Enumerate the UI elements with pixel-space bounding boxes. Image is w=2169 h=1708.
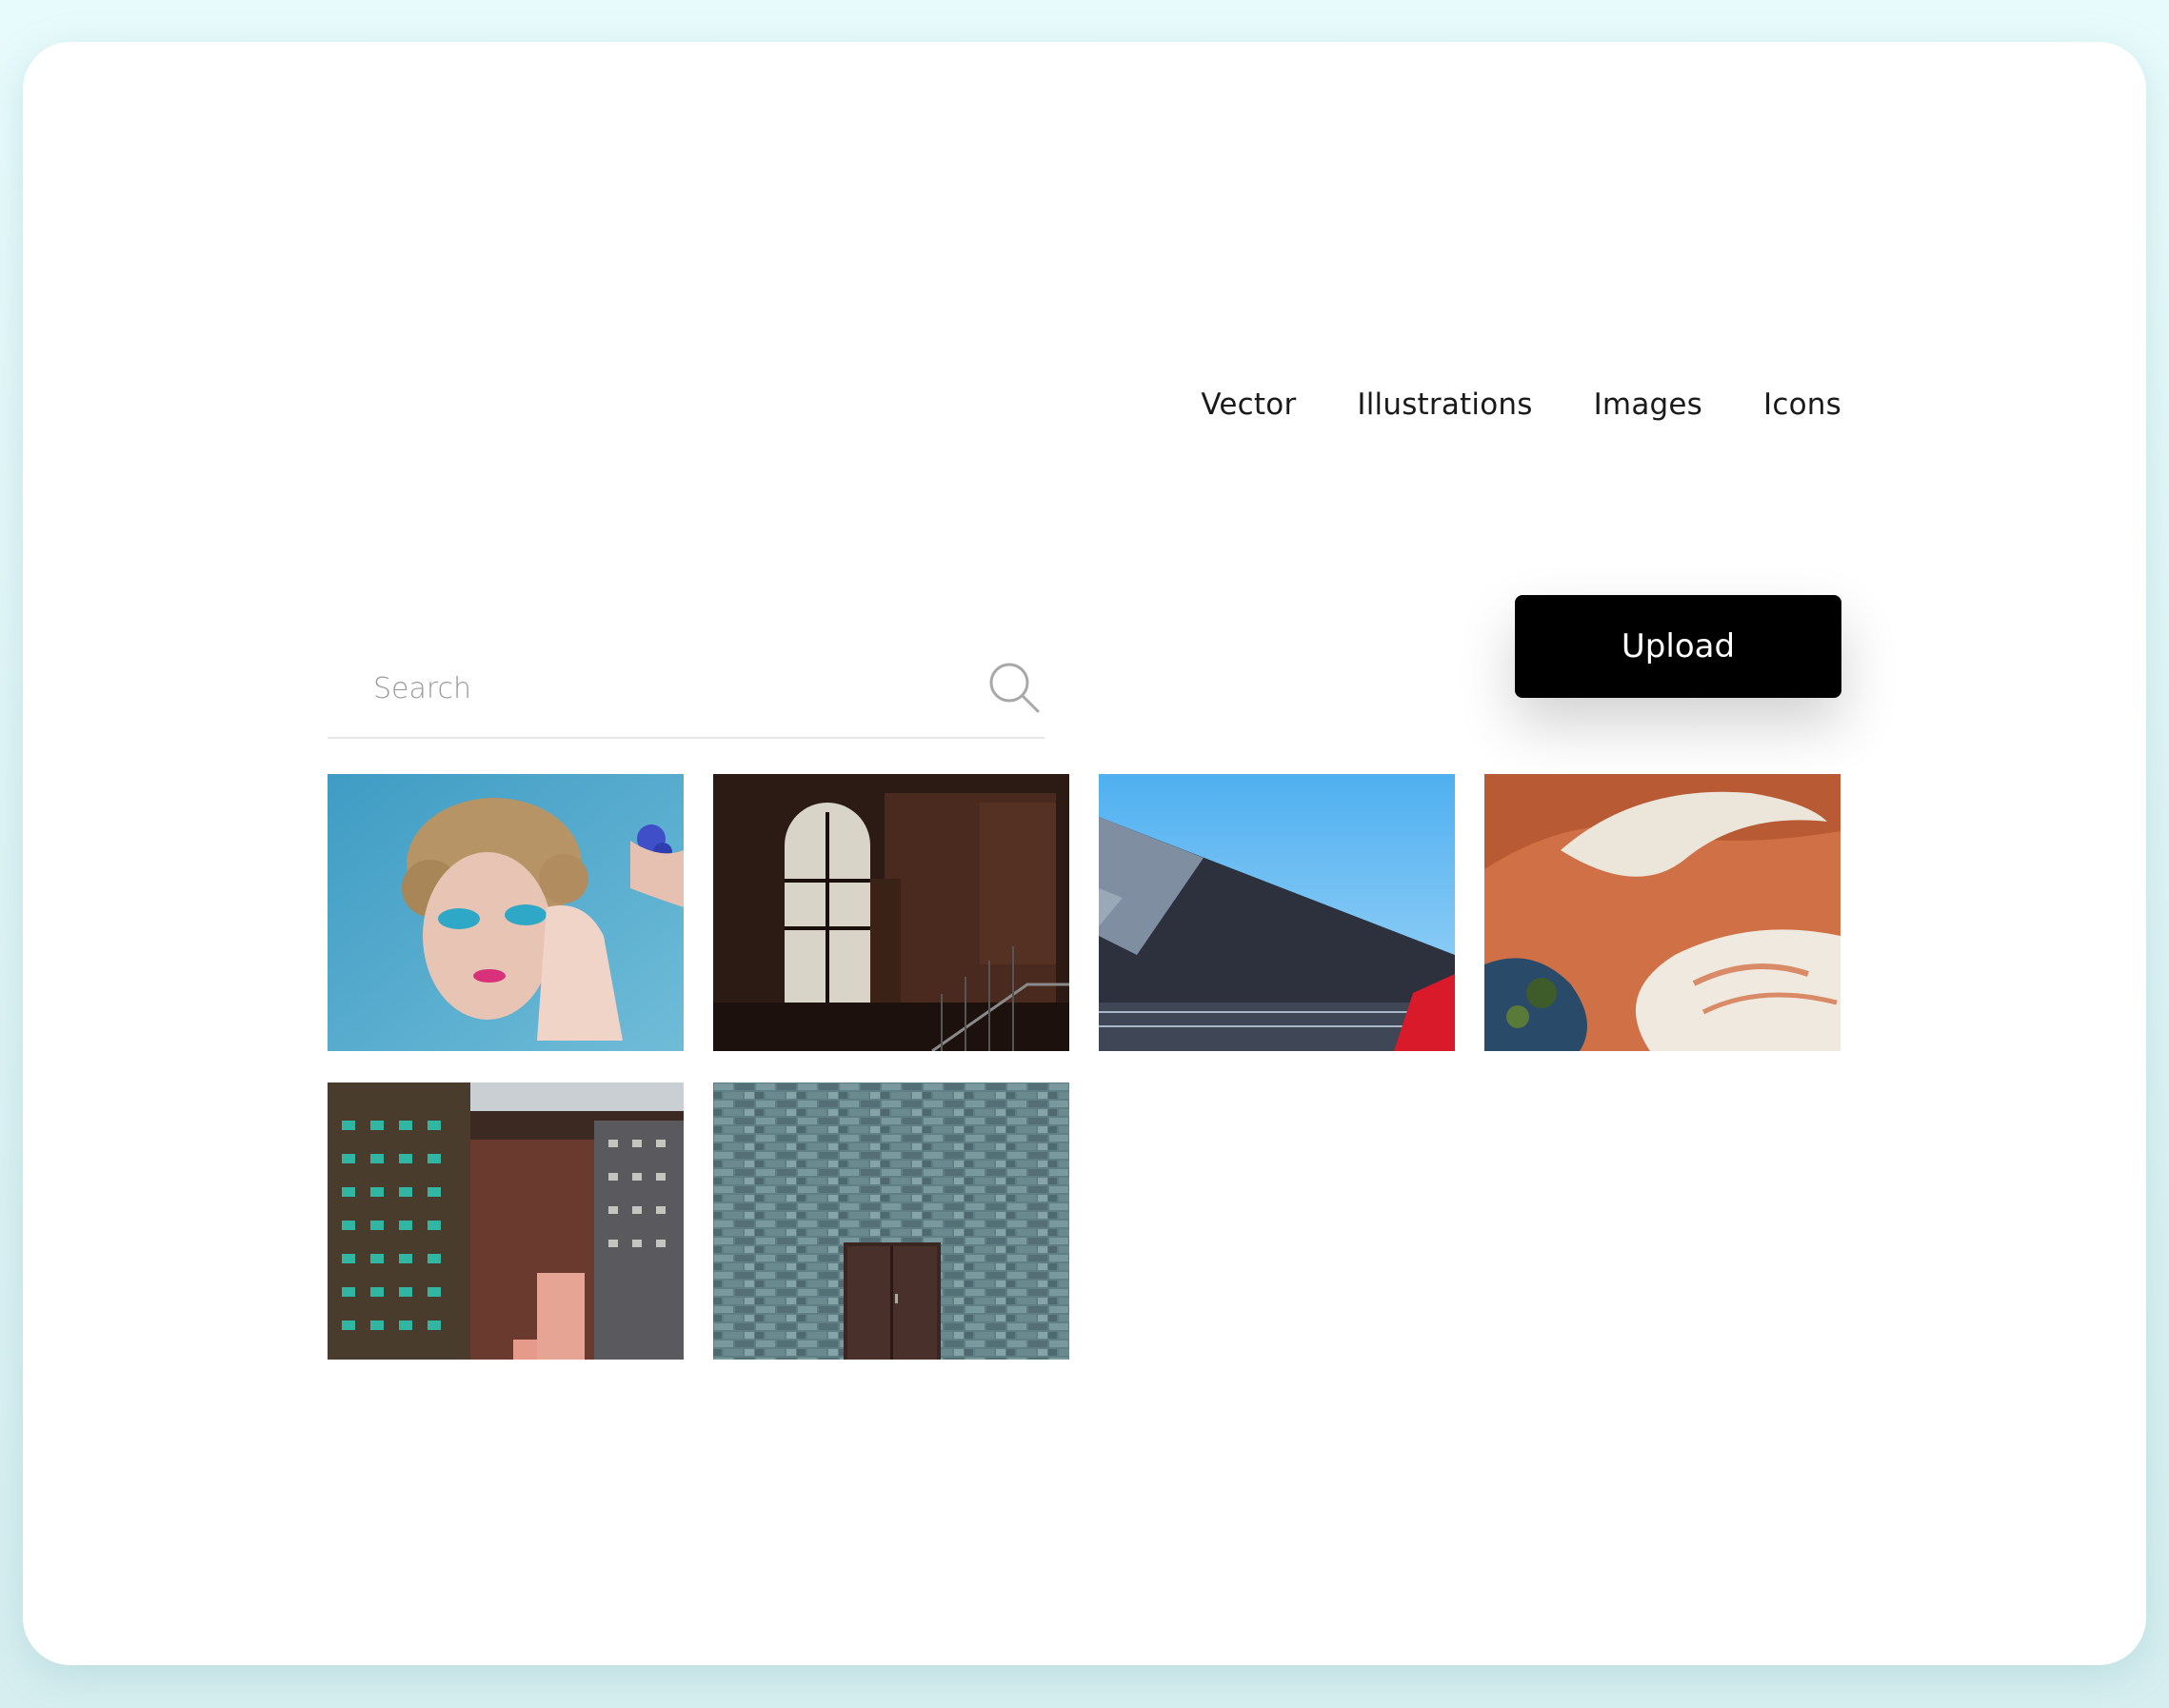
gallery-image-window-room[interactable]	[713, 774, 1069, 1051]
gallery-image-stone-wall-door[interactable]	[713, 1082, 1069, 1360]
search-icon[interactable]	[985, 659, 1043, 716]
top-nav: Vector Illustrations Images Icons	[1201, 390, 1841, 420]
gallery-image-aerial-abstract[interactable]	[1484, 774, 1841, 1051]
gallery-image-portrait[interactable]	[328, 774, 684, 1051]
nav-item-vector[interactable]: Vector	[1201, 390, 1296, 420]
nav-item-icons[interactable]: Icons	[1763, 390, 1841, 420]
upload-button[interactable]: Upload	[1515, 595, 1841, 698]
gallery-image-building-sky[interactable]	[1099, 774, 1455, 1051]
nav-item-illustrations[interactable]: Illustrations	[1357, 390, 1532, 420]
search-bar	[328, 640, 1045, 739]
nav-item-images[interactable]: Images	[1594, 390, 1702, 420]
gallery-image-apartments[interactable]	[328, 1082, 684, 1360]
image-gallery	[328, 774, 1841, 1360]
main-card: Vector Illustrations Images Icons Upload	[23, 42, 2146, 1665]
search-input[interactable]	[328, 640, 1045, 737]
